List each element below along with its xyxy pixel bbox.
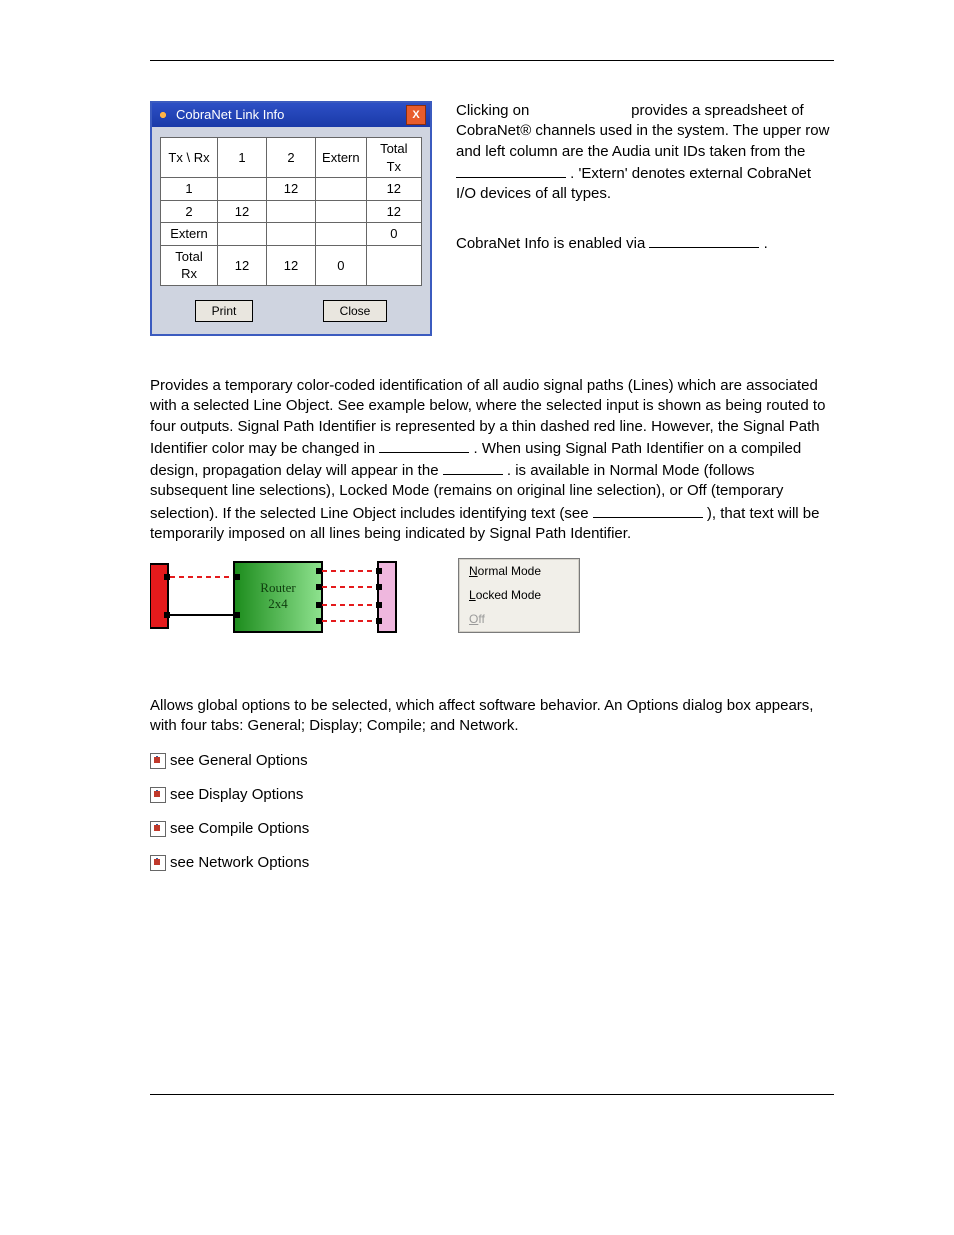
options-paragraph: Allows global options to be selected, wh… — [150, 696, 834, 737]
router-diagram: Router 2x4 — [150, 558, 398, 636]
dialog-body: Tx \ Rx 1 2 Extern Total Tx 1 12 12 — [152, 127, 430, 334]
device-identifier-link[interactable] — [456, 162, 566, 178]
cell — [267, 200, 316, 223]
cell — [218, 223, 267, 246]
cell: 12 — [267, 178, 316, 201]
list-item[interactable]: see Compile Options — [150, 819, 834, 839]
cell — [366, 245, 421, 285]
cell: 1 — [218, 138, 267, 178]
cell: Total Rx — [161, 245, 218, 285]
cell: 0 — [316, 245, 367, 285]
router-label-line2: 2x4 — [268, 596, 288, 611]
option-link[interactable]: see Compile Options — [170, 819, 309, 839]
cobranet-top-row: CobraNet Link Info X Tx \ Rx 1 2 Extern … — [150, 101, 834, 336]
cobranet-link-info-dialog: CobraNet Link Info X Tx \ Rx 1 2 Extern … — [150, 101, 432, 336]
spi-mode-menu: Normal Mode Locked Mode Off — [458, 558, 580, 633]
signal-path-identifier-section: Provides a temporary color-coded identif… — [150, 376, 834, 636]
cell: Extern — [316, 138, 367, 178]
print-button[interactable]: Print — [195, 300, 254, 322]
cell: 2 — [267, 138, 316, 178]
cell — [218, 178, 267, 201]
cell — [267, 223, 316, 246]
app-icon — [156, 108, 170, 122]
top-rule — [150, 60, 834, 61]
cell: Total Tx — [366, 138, 421, 178]
cell: Extern — [161, 223, 218, 246]
list-item[interactable]: see Display Options — [150, 785, 834, 805]
table-row: Tx \ Rx 1 2 Extern Total Tx — [161, 138, 422, 178]
cell — [316, 178, 367, 201]
text: . — [764, 235, 768, 252]
cell — [316, 200, 367, 223]
text: . — [507, 462, 515, 479]
text: CobraNet Info is enabled via — [456, 235, 649, 252]
cobranet-description: Clicking on CobraNet Info provides a spr… — [456, 101, 834, 263]
close-button[interactable]: Close — [323, 300, 388, 322]
cell: 12 — [366, 178, 421, 201]
option-link[interactable]: see General Options — [170, 751, 308, 771]
cell: Tx \ Rx — [161, 138, 218, 178]
object-properties-link[interactable] — [593, 502, 703, 518]
table-row: 1 12 12 — [161, 178, 422, 201]
table-row: Total Rx 12 12 0 — [161, 245, 422, 285]
cell: 12 — [218, 200, 267, 223]
table-row: Extern 0 — [161, 223, 422, 246]
list-item[interactable]: see General Options — [150, 751, 834, 771]
spi-paragraph: Provides a temporary color-coded identif… — [150, 376, 834, 544]
topic-icon — [150, 753, 166, 769]
cell: 12 — [366, 200, 421, 223]
topic-icon — [150, 821, 166, 837]
cell: 12 — [267, 245, 316, 285]
topic-icon — [150, 787, 166, 803]
table-row: 2 12 12 — [161, 200, 422, 223]
option-link[interactable]: see Display Options — [170, 785, 303, 805]
topic-icon — [150, 855, 166, 871]
dialog-titlebar: CobraNet Link Info X — [152, 103, 430, 127]
menu-item-off[interactable]: Off — [459, 607, 579, 631]
options-section: Allows global options to be selected, wh… — [150, 696, 834, 874]
list-item[interactable]: see Network Options — [150, 853, 834, 873]
router-label-line1: Router — [260, 580, 296, 595]
cell: 0 — [366, 223, 421, 246]
close-icon[interactable]: X — [406, 105, 426, 125]
menu-item-locked[interactable]: Locked Mode — [459, 583, 579, 607]
status-bar-link[interactable] — [443, 459, 503, 475]
network-access-link[interactable] — [649, 232, 759, 248]
cell: 1 — [161, 178, 218, 201]
dialog-title: CobraNet Link Info — [176, 106, 406, 124]
bottom-rule — [150, 1094, 834, 1095]
menu-item-normal[interactable]: Normal Mode — [459, 559, 579, 583]
cell: 12 — [218, 245, 267, 285]
cobranet-table: Tx \ Rx 1 2 Extern Total Tx 1 12 12 — [160, 137, 422, 286]
display-options-link[interactable] — [379, 437, 469, 453]
cell — [316, 223, 367, 246]
option-link[interactable]: see Network Options — [170, 853, 309, 873]
text: Clicking on — [456, 102, 534, 119]
cell: 2 — [161, 200, 218, 223]
